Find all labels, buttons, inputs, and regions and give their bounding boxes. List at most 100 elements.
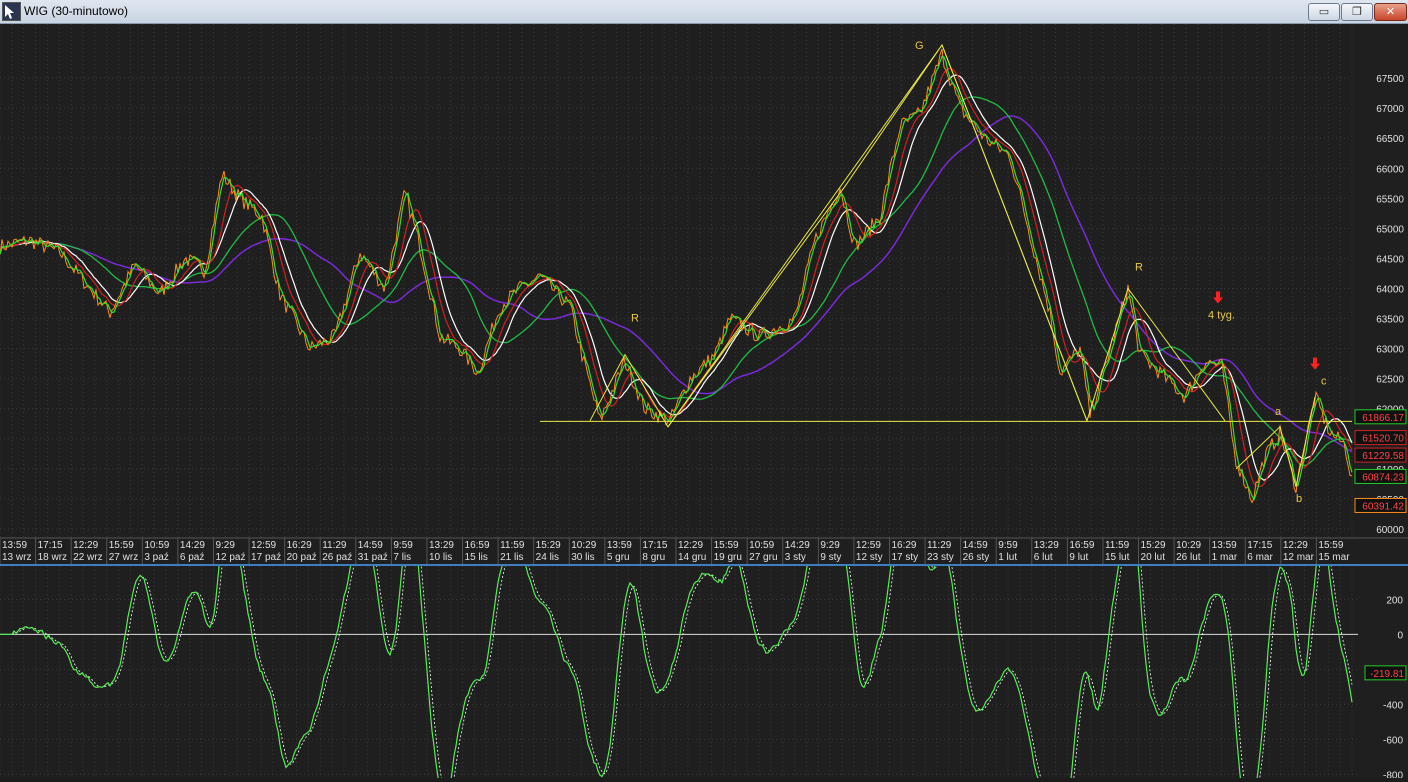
- date-label: 18 wrz: [38, 552, 67, 563]
- time-label: 12:59: [856, 540, 881, 551]
- time-label: 11:59: [1105, 540, 1130, 551]
- time-label: 14:59: [963, 540, 988, 551]
- osc-tick-label: 0: [1397, 630, 1403, 641]
- time-label: 13:29: [429, 540, 454, 551]
- time-label: 15:59: [1318, 540, 1343, 551]
- date-label: 21 lis: [500, 552, 523, 563]
- date-label: 1 mar: [1212, 552, 1238, 563]
- date-label: 14 gru: [678, 552, 706, 563]
- price-label-value: 60391.42: [1362, 501, 1404, 512]
- date-label: 26 paź: [322, 552, 352, 563]
- time-label: 16:59: [465, 540, 490, 551]
- date-label: 8 gru: [642, 552, 665, 563]
- date-label: 15 lut: [1105, 552, 1130, 563]
- close-button[interactable]: ✕: [1374, 3, 1407, 21]
- date-label: 12 mar: [1283, 552, 1315, 563]
- time-label: 16:29: [891, 540, 916, 551]
- time-label: 17:15: [38, 540, 63, 551]
- time-label: 16:59: [1069, 540, 1094, 551]
- time-label: 16:29: [287, 540, 312, 551]
- date-label: 31 paź: [358, 552, 388, 563]
- time-label: 14:29: [785, 540, 810, 551]
- time-label: 9:29: [820, 540, 840, 551]
- y-tick-label: 64000: [1376, 285, 1404, 296]
- date-label: 9 sty: [820, 552, 841, 563]
- time-label: 13:29: [1034, 540, 1059, 551]
- date-label: 30 lis: [571, 552, 594, 563]
- oscillator-pane[interactable]: 2000-200-400-600-800-219.81: [0, 490, 1408, 782]
- date-label: 27 gru: [749, 552, 777, 563]
- oscillator-chart[interactable]: 2000-200-400-600-800-219.81: [0, 490, 1408, 782]
- time-label: 13:59: [2, 540, 27, 551]
- date-label: 15 mar: [1318, 552, 1350, 563]
- date-label: 1 lut: [998, 552, 1017, 563]
- time-label: 15:59: [109, 540, 134, 551]
- time-label: 17:15: [1247, 540, 1272, 551]
- app-icon[interactable]: [2, 2, 21, 21]
- time-label: 12:59: [251, 540, 276, 551]
- date-label: 20 paź: [287, 552, 317, 563]
- date-label: 12 sty: [856, 552, 883, 563]
- annotation-r2: R: [1135, 261, 1143, 273]
- date-label: 6 paź: [180, 552, 204, 563]
- time-label: 11:59: [500, 540, 525, 551]
- time-label: 12:29: [73, 540, 98, 551]
- trend-line-up: [667, 44, 943, 428]
- time-label: 15:29: [536, 540, 561, 551]
- annotation-g: G: [915, 40, 924, 52]
- price-label-value: 61229.58: [1362, 451, 1404, 462]
- date-label: 7 lis: [393, 552, 411, 563]
- y-tick-label: 64500: [1376, 254, 1404, 265]
- elliott-wave-lines: [589, 43, 1226, 428]
- date-label: 20 lut: [1141, 552, 1166, 563]
- time-label: 11:29: [322, 540, 347, 551]
- price-chart-pane[interactable]: 67500 67000 66500 66000 65500 65000 64500 64000…: [0, 24, 1408, 564]
- time-label: 17:15: [642, 540, 667, 551]
- time-label: 10:29: [1176, 540, 1201, 551]
- annotation-b: b: [1296, 493, 1302, 505]
- date-label: 5 gru: [607, 552, 630, 563]
- window-title: WIG (30-minutowo): [24, 4, 129, 18]
- price-line-green: [0, 55, 1353, 502]
- date-label: 6 lut: [1034, 552, 1053, 563]
- down-arrow-icon: [1213, 291, 1223, 304]
- restore-button[interactable]: ❐: [1341, 3, 1373, 21]
- price-label-value: 61866.17: [1362, 413, 1404, 424]
- date-label: 3 sty: [785, 552, 806, 563]
- date-label: 26 sty: [963, 552, 990, 563]
- time-label: 9:59: [393, 540, 413, 551]
- date-label: 19 gru: [714, 552, 742, 563]
- time-label: 9:59: [998, 540, 1018, 551]
- time-label: 14:29: [180, 540, 205, 551]
- date-label: 17 sty: [891, 552, 918, 563]
- y-tick-label: 65000: [1376, 224, 1404, 235]
- y-tick-label: 65500: [1376, 194, 1404, 205]
- time-label: 12:29: [1283, 540, 1308, 551]
- y-tick-label: 62500: [1376, 375, 1404, 386]
- date-label: 27 wrz: [109, 552, 138, 563]
- price-chart[interactable]: 67500 67000 66500 66000 65500 65000 64500 64000…: [0, 24, 1408, 564]
- date-label: 10 lis: [429, 552, 452, 563]
- moving-average-white: [0, 74, 1353, 481]
- time-label: 13:59: [607, 540, 632, 551]
- trend-line-down: [941, 44, 1088, 421]
- date-label: 12 paź: [215, 552, 245, 563]
- time-label: 15:29: [1141, 540, 1166, 551]
- time-label: 15:59: [714, 540, 739, 551]
- time-label: 10:59: [144, 540, 169, 551]
- date-label: 24 lis: [536, 552, 559, 563]
- y-tick-label: 60000: [1376, 525, 1404, 536]
- time-label: 13:59: [1212, 540, 1237, 551]
- annotation-weeks: 4 tyg.: [1208, 310, 1235, 322]
- minimize-button[interactable]: ▭: [1308, 3, 1340, 21]
- date-label: 15 lis: [465, 552, 488, 563]
- date-label: 6 mar: [1247, 552, 1273, 563]
- y-tick-label: 66000: [1376, 164, 1404, 175]
- down-arrow-icon: [1310, 357, 1320, 370]
- annotation-c: c: [1321, 376, 1327, 388]
- date-label: 17 paź: [251, 552, 281, 563]
- time-label: 10:29: [571, 540, 596, 551]
- date-label: 3 paź: [144, 552, 168, 563]
- y-tick-label: 63500: [1376, 315, 1404, 326]
- time-label: 12:29: [678, 540, 703, 551]
